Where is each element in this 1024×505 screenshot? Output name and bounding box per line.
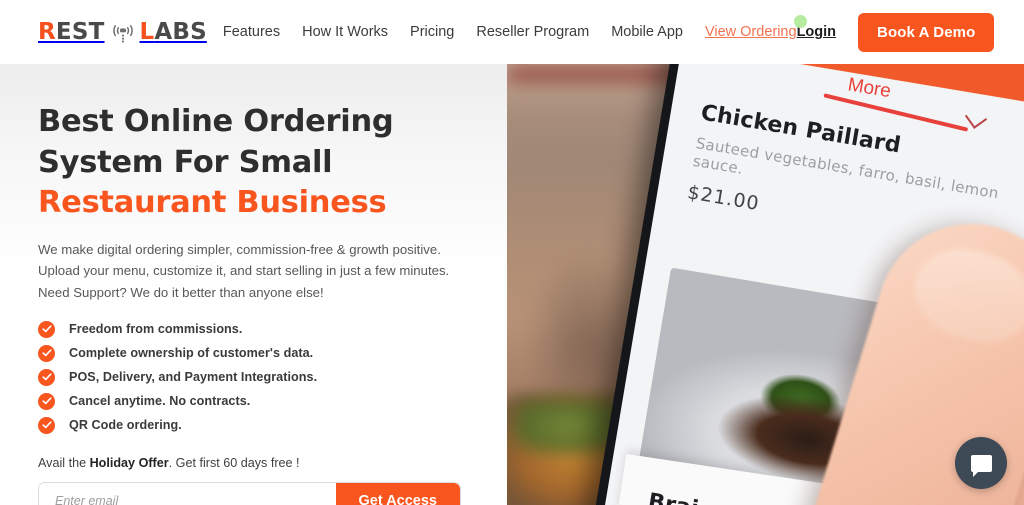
chat-widget-button[interactable] [955, 437, 1007, 489]
logo-letter-l: L [139, 18, 155, 45]
logo-text-labs: LABS [139, 18, 207, 45]
list-item: QR Code ordering. [38, 416, 507, 434]
check-circle-icon [38, 416, 55, 434]
get-access-button[interactable]: Get Access [335, 483, 460, 505]
feature-label: Freedom from commissions. [69, 322, 243, 337]
primary-nav-links: Features How It Works Pricing Reseller P… [223, 15, 807, 40]
hero-section: Best Online Ordering System For Small Re… [0, 64, 1024, 505]
email-signup-form: Get Access [38, 482, 461, 505]
nav-item-view-ordering[interactable]: View Ordering [704, 15, 807, 40]
hero-content: Best Online Ordering System For Small Re… [0, 64, 507, 505]
list-item: Freedom from commissions. [38, 320, 507, 338]
hero-feature-list: Freedom from commissions. Complete owner… [38, 320, 507, 434]
list-item: POS, Delivery, and Payment Integrations. [38, 368, 507, 386]
hero-heading-line-3: Restaurant Business [38, 185, 387, 221]
hero-heading-line-2: System For Small [38, 144, 333, 180]
broadcast-signal-icon [109, 18, 137, 46]
new-dot-badge-icon [793, 15, 807, 28]
feature-label: QR Code ordering. [69, 418, 182, 433]
logo-letters-est: EST [55, 18, 105, 45]
hero-image: More Chicken Paillard Sauteed vegetables… [507, 64, 1024, 505]
brand-logo[interactable]: REST LABS [38, 15, 207, 49]
list-item: Complete ownership of customer's data. [38, 344, 507, 362]
check-circle-icon [38, 392, 55, 410]
check-circle-icon [38, 368, 55, 386]
feature-label: Cancel anytime. No contracts. [69, 394, 251, 409]
nav-item-features[interactable]: Features [223, 24, 280, 40]
page-title: Best Online Ordering System For Small Re… [38, 102, 458, 224]
holiday-offer-text: Avail the Holiday Offer. Get first 60 da… [38, 456, 507, 470]
nav-item-mobile-app[interactable]: Mobile App [611, 24, 683, 40]
nav-item-how-it-works[interactable]: How It Works [302, 24, 388, 40]
check-circle-icon [38, 320, 55, 338]
list-item: Cancel anytime. No contracts. [38, 392, 507, 410]
check-circle-icon [38, 344, 55, 362]
nav-item-pricing[interactable]: Pricing [410, 24, 454, 40]
offer-prefix: Avail the [38, 456, 90, 471]
top-navigation-bar: REST LABS Features How It Works Pricing … [0, 0, 1024, 64]
nav-item-reseller-program[interactable]: Reseller Program [476, 24, 589, 40]
hero-heading-line-1: Best Online Ordering [38, 104, 394, 139]
offer-highlight: Holiday Offer [89, 456, 169, 471]
fingernail [903, 235, 1024, 356]
feature-label: Complete ownership of customer's data. [69, 346, 314, 361]
logo-letters-abs: ABS [154, 18, 207, 45]
logo-text-rest: REST [38, 18, 105, 45]
feature-label: POS, Delivery, and Payment Integrations. [69, 370, 318, 385]
offer-suffix: . Get first 60 days free ! [168, 456, 300, 471]
chat-bubble-icon [970, 454, 992, 477]
nav-item-view-ordering-label: View Ordering [704, 24, 797, 40]
nav-actions: Login Book A Demo [797, 12, 995, 52]
email-input[interactable] [39, 483, 336, 505]
logo-letter-r: R [38, 18, 56, 45]
hero-subtitle: We make digital ordering simpler, commis… [38, 241, 450, 300]
book-a-demo-button[interactable]: Book A Demo [858, 12, 995, 52]
landing-page: REST LABS Features How It Works Pricing … [0, 0, 1024, 505]
